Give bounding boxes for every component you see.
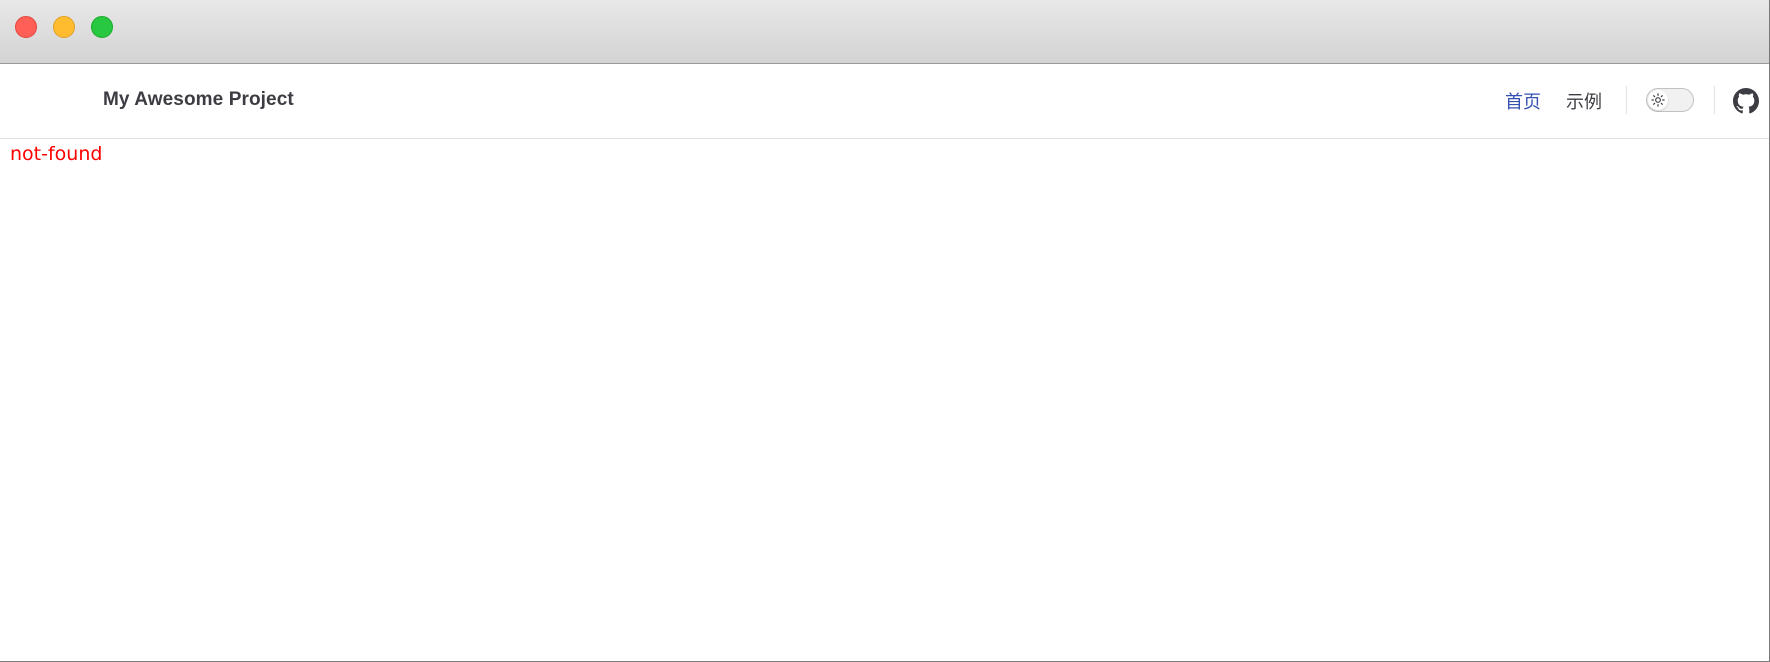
theme-toggle-switch[interactable]	[1646, 88, 1694, 112]
maximize-window-button[interactable]	[91, 16, 113, 38]
github-link[interactable]	[1733, 88, 1759, 114]
browser-window: My Awesome Project 首页 示例 not-found	[0, 0, 1770, 662]
nav-divider	[1714, 86, 1715, 114]
github-icon	[1733, 88, 1759, 114]
site-title[interactable]: My Awesome Project	[103, 89, 294, 111]
nav-link-examples[interactable]: 示例	[1566, 88, 1602, 114]
switch-knob	[1648, 90, 1668, 110]
close-window-button[interactable]	[15, 16, 37, 38]
nav-link-home[interactable]: 首页	[1505, 88, 1541, 114]
not-found-message: not-found	[10, 143, 103, 165]
sun-icon	[1651, 93, 1665, 107]
nav-divider	[1626, 86, 1627, 114]
minimize-window-button[interactable]	[53, 16, 75, 38]
title-bar	[0, 0, 1769, 64]
site-navbar: My Awesome Project 首页 示例	[0, 64, 1769, 139]
